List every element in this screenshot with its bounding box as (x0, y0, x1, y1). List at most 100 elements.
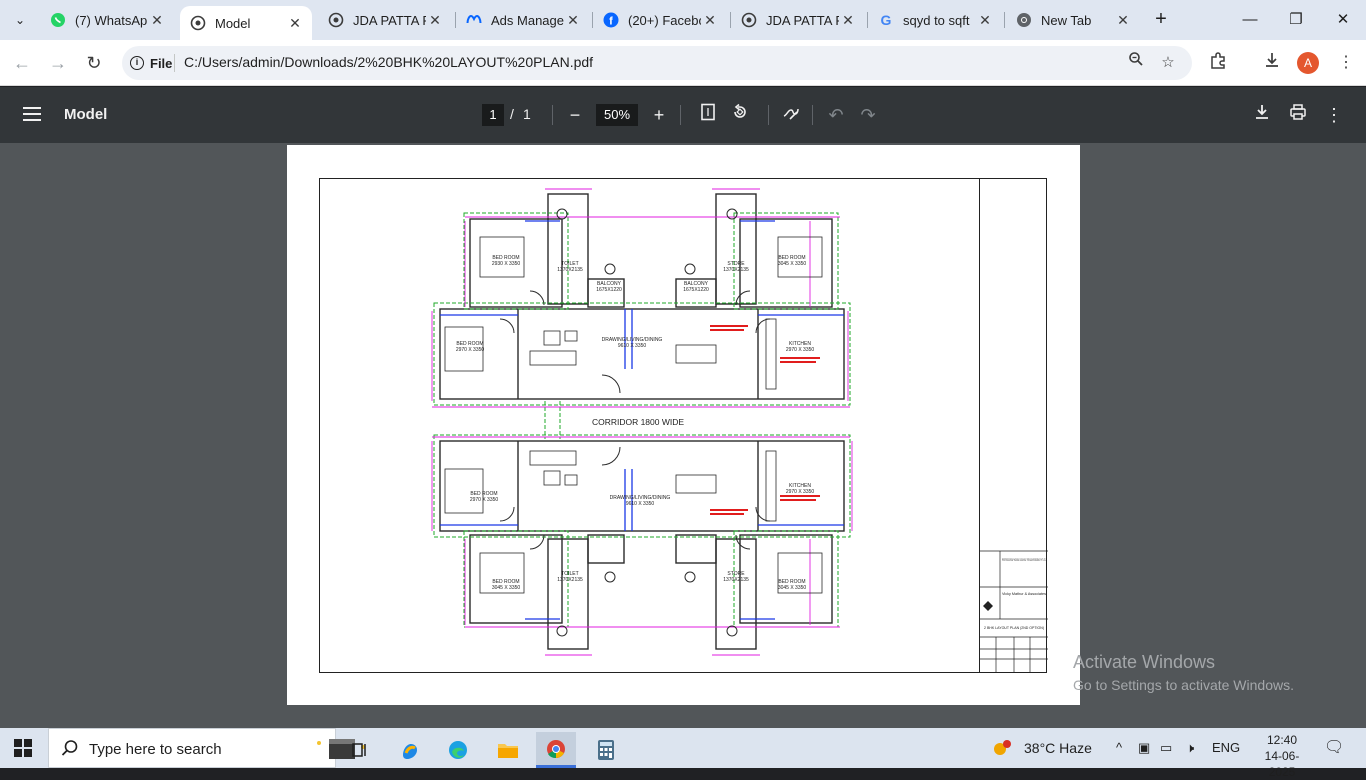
page-separator: / (510, 106, 514, 122)
file-explorer-icon[interactable] (488, 732, 528, 768)
scheme-label: File (150, 55, 173, 71)
titleblock-firm: Vicky Mathur & Associates (1002, 592, 1046, 596)
meta-icon (466, 12, 482, 28)
search-placeholder: Type here to search (89, 741, 222, 758)
room-size: 3045 X 3350 (492, 585, 521, 591)
meet-now-icon[interactable]: ▣ (1138, 728, 1150, 768)
hamburger-menu-icon[interactable] (20, 103, 44, 127)
close-icon[interactable]: ✕ (701, 12, 719, 29)
undo-button[interactable]: ↶ (824, 103, 848, 127)
tab-facebook[interactable]: f (20+) Facebook ✕ (593, 6, 727, 34)
edge-icon[interactable] (438, 732, 478, 768)
tab-title: Ads Manager (491, 12, 564, 28)
room-size: 9610 X 3350 (626, 501, 655, 507)
close-icon[interactable]: ✕ (976, 12, 994, 29)
divider (552, 105, 553, 125)
room-size: 1370X2135 (723, 267, 749, 273)
back-button[interactable]: ← (10, 51, 34, 75)
page-number-input[interactable]: 1 (482, 104, 504, 126)
weather-text[interactable]: 38°C Haze (1024, 728, 1092, 768)
browser-toolbar: ← → ↻ i File C:/Users/admin/Downloads/2%… (0, 40, 1366, 86)
room-size: 9610 X 3350 (618, 343, 647, 349)
divider (680, 105, 681, 125)
tab-new-tab[interactable]: New Tab ✕ (1006, 6, 1140, 34)
show-hidden-icons[interactable]: ^ (1116, 728, 1122, 768)
tab-title: JDA PATTA PDF (353, 12, 426, 28)
title-block: PROPOSED GROUP HOUSING "UDAY RAJ" FOR UD… (979, 179, 1048, 672)
network-icon[interactable]: ▭ (1160, 728, 1172, 768)
tab-model[interactable]: Model ✕ (180, 6, 312, 40)
minimize-button[interactable]: — (1238, 8, 1262, 32)
close-icon[interactable]: ✕ (286, 15, 304, 32)
more-options-icon[interactable]: ⋮ (1322, 103, 1346, 127)
room-size: 3045 X 3350 (778, 585, 807, 591)
calculator-icon[interactable] (586, 732, 626, 768)
tab-title: sqyd to sqft (903, 12, 970, 28)
zoom-input[interactable]: 50% (596, 104, 638, 126)
close-icon[interactable]: ✕ (426, 12, 444, 29)
room-size: 2970 X 3350 (786, 347, 815, 353)
redo-button[interactable]: ↷ (856, 103, 880, 127)
room-size: 2970 X 3350 (786, 489, 815, 495)
clock[interactable]: 12:40 14-06-2025 (1258, 732, 1306, 780)
extensions-icon[interactable] (1206, 51, 1230, 75)
notifications-icon[interactable]: 🗨 (1324, 728, 1344, 768)
rotate-button[interactable] (728, 103, 752, 127)
zoom-in-button[interactable]: + (647, 103, 671, 127)
task-view-icon[interactable] (340, 732, 380, 768)
tab-whatsapp[interactable]: (7) WhatsApp ✕ (40, 6, 174, 34)
svg-text:G: G (881, 12, 892, 28)
site-info-chip[interactable]: i File (130, 51, 172, 75)
info-icon: i (130, 56, 144, 70)
close-icon[interactable]: ✕ (148, 12, 166, 29)
close-icon[interactable]: ✕ (839, 12, 857, 29)
divider (768, 105, 769, 125)
weather-icon[interactable] (992, 728, 1012, 768)
tab-ads-manager[interactable]: Ads Manager ✕ (456, 6, 590, 34)
tab-search-button[interactable]: ⌄ (8, 8, 32, 32)
forward-button[interactable]: → (46, 51, 70, 75)
address-bar[interactable]: i File C:/Users/admin/Downloads/2%20BHK%… (122, 46, 1192, 80)
reload-button[interactable]: ↻ (82, 51, 106, 75)
titleblock-drawing-title: 2 BHK LAYOUT PLAN (2ND OPTION) (984, 626, 1044, 630)
taskbar-search[interactable]: Type here to search (48, 728, 365, 768)
windows-start-icon[interactable] (14, 739, 32, 757)
chrome-taskbar-icon[interactable] (536, 732, 576, 768)
facebook-icon: f (603, 12, 619, 28)
whatsapp-icon (50, 12, 66, 28)
downloads-icon[interactable] (1260, 51, 1284, 75)
language-indicator[interactable]: ENG (1212, 728, 1240, 768)
pdf-title: Model (64, 106, 108, 123)
room-size: 1370X2135 (557, 577, 583, 583)
print-icon[interactable] (1286, 103, 1310, 127)
room-size: 2970 X 3350 (456, 347, 485, 353)
zoom-icon[interactable] (1124, 51, 1148, 75)
close-window-button[interactable]: ✕ (1331, 8, 1355, 32)
new-tab-button[interactable]: + (1150, 8, 1172, 32)
fit-page-button[interactable] (696, 103, 720, 127)
tab-strip: ⌄ (7) WhatsApp ✕ Model ✕ JDA PATTA PDF ✕… (0, 0, 1366, 40)
tab-jda-patta-1[interactable]: JDA PATTA PDF ✕ (318, 6, 452, 34)
tab-jda-patta-2[interactable]: JDA PATTA PDF ✕ (731, 6, 865, 34)
download-icon[interactable] (1250, 103, 1274, 127)
tab-title: Model (215, 15, 251, 31)
pdf-viewport[interactable]: BED ROOM 2930 X 3350 TOILET 1370X2135 BA… (0, 143, 1366, 728)
close-icon[interactable]: ✕ (564, 12, 582, 29)
tab-title: New Tab (1041, 12, 1092, 28)
restore-button[interactable]: ❐ (1284, 8, 1308, 32)
url-text[interactable]: C:/Users/admin/Downloads/2%20BHK%20LAYOU… (184, 54, 593, 70)
kebab-menu-icon[interactable]: ⋮ (1334, 51, 1358, 75)
divider (812, 105, 813, 125)
copilot-icon[interactable] (390, 732, 430, 768)
profile-avatar[interactable]: A (1297, 52, 1319, 74)
volume-muted-icon[interactable]: 🕨 (1186, 728, 1194, 768)
globe-icon (328, 12, 344, 28)
tab-title: (20+) Facebook (628, 12, 701, 28)
zoom-out-button[interactable]: − (563, 103, 587, 127)
tab-title: (7) WhatsApp (75, 12, 148, 28)
room-size: 1370X2135 (557, 267, 583, 273)
close-icon[interactable]: ✕ (1114, 12, 1132, 29)
bookmark-star-icon[interactable]: ☆ (1156, 51, 1180, 75)
annotate-button[interactable] (779, 103, 803, 127)
tab-sqyd-to-sqft[interactable]: G sqyd to sqft ✕ (868, 6, 1002, 34)
